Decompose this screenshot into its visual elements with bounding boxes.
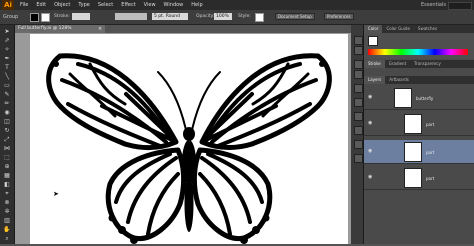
visibility-eye-icon[interactable]: ◉: [368, 120, 372, 126]
style-label: Style:: [238, 14, 251, 19]
layer-name: part: [426, 176, 435, 181]
visibility-eye-icon[interactable]: ◉: [368, 94, 372, 100]
workspace-switcher[interactable]: Essentials: [421, 0, 446, 10]
rectangle-tool-icon[interactable]: ▭: [3, 83, 11, 89]
eyedropper-tool-icon[interactable]: ⌖: [3, 191, 11, 197]
graphic-styles-panel-icon[interactable]: [354, 98, 363, 107]
direct-selection-tool-icon[interactable]: ⇗: [3, 38, 11, 44]
menu-select[interactable]: Select: [94, 0, 117, 10]
shape-builder-tool-icon[interactable]: ⊕: [3, 164, 11, 170]
zoom-tool-icon[interactable]: ⌕: [3, 236, 11, 242]
opacity-field[interactable]: 100%: [214, 13, 232, 20]
stroke-panel-tabs: Stroke Gradient Transparency: [364, 60, 474, 68]
stroke-label: Stroke:: [54, 14, 70, 19]
transform-panel-icon[interactable]: [354, 154, 363, 163]
mesh-tool-icon[interactable]: ▦: [3, 173, 11, 179]
layer-row[interactable]: ◉ butterfly: [364, 86, 474, 110]
menu-edit[interactable]: Edit: [32, 0, 50, 10]
layers-panel-tabs: Layers Artboards: [364, 76, 474, 84]
menu-list: File Edit Object Type Select Effect View…: [16, 0, 207, 10]
selection-label: Group: [3, 14, 19, 20]
close-tab-icon[interactable]: ×: [98, 25, 102, 33]
tab-swatches[interactable]: Swatches: [414, 25, 441, 33]
free-transform-tool-icon[interactable]: ⬚: [3, 155, 11, 161]
menu-effect[interactable]: Effect: [117, 0, 139, 10]
layer-name: part: [426, 122, 435, 127]
eraser-tool-icon[interactable]: ◫: [3, 119, 11, 125]
layer-thumbnail: [404, 168, 422, 188]
visibility-eye-icon[interactable]: ◉: [368, 148, 372, 154]
pen-tool-icon[interactable]: ✒: [3, 56, 11, 62]
layer-row-selected[interactable]: ◉ part: [364, 140, 474, 164]
tab-layers[interactable]: Layers: [364, 76, 386, 84]
preferences-button[interactable]: Preferences: [324, 13, 354, 20]
paintbrush-tool-icon[interactable]: ✎: [3, 92, 11, 98]
menu-window[interactable]: Window: [160, 0, 188, 10]
layer-name: part: [426, 150, 435, 155]
pathfinder-panel-icon[interactable]: [354, 140, 363, 149]
fill-swatch[interactable]: [30, 13, 39, 22]
tools-panel: ➤ ⇗ ✧ ✒ T ╲ ▭ ✎ ✏ ◉ ◫ ↻ ⤢ ⋈ ⬚ ⊕ ▦ ◧ ⌖ ⊗ …: [0, 25, 15, 244]
tab-stroke[interactable]: Stroke: [364, 60, 385, 68]
brushes-panel-icon[interactable]: [354, 70, 363, 79]
blend-tool-icon[interactable]: ⊗: [3, 200, 11, 206]
layer-thumbnail: [404, 114, 422, 134]
visibility-eye-icon[interactable]: ◉: [368, 174, 372, 180]
column-graph-tool-icon[interactable]: ▥: [3, 218, 11, 224]
width-tool-icon[interactable]: ⋈: [3, 146, 11, 152]
document-setup-button[interactable]: Document Setup: [275, 13, 315, 20]
tab-color[interactable]: Color: [364, 25, 383, 33]
pencil-tool-icon[interactable]: ✏: [3, 101, 11, 107]
layer-row[interactable]: ◉ part: [364, 166, 474, 190]
color-spectrum[interactable]: [368, 49, 468, 55]
symbols-panel-icon[interactable]: [354, 84, 363, 93]
brush-select[interactable]: 5 pt. Round: [152, 13, 188, 20]
color-panel: [364, 33, 474, 59]
search-input[interactable]: [448, 2, 472, 10]
layer-name: butterfly: [416, 96, 434, 101]
fill-color-swatch[interactable]: [368, 36, 378, 46]
menu-view[interactable]: View: [140, 0, 160, 10]
symbol-sprayer-tool-icon[interactable]: ✲: [3, 209, 11, 215]
app-logo: Ai: [2, 0, 14, 10]
gradient-tool-icon[interactable]: ◧: [3, 182, 11, 188]
tab-color-guide[interactable]: Color Guide: [382, 25, 413, 33]
tab-artboards[interactable]: Artboards: [385, 76, 413, 84]
tab-gradient[interactable]: Gradient: [385, 60, 410, 68]
blob-brush-tool-icon[interactable]: ◉: [3, 110, 11, 116]
menu-type[interactable]: Type: [74, 0, 93, 10]
opacity-label: Opacity:: [196, 14, 215, 19]
stroke-weight-field[interactable]: [72, 13, 90, 20]
magic-wand-tool-icon[interactable]: ✧: [3, 47, 11, 53]
artboard[interactable]: [30, 34, 348, 244]
butterfly-artwork[interactable]: [30, 34, 348, 244]
layer-thumbnail: [404, 142, 422, 162]
tab-transparency[interactable]: Transparency: [410, 60, 445, 68]
appearance-panel-icon[interactable]: [354, 112, 363, 121]
scale-tool-icon[interactable]: ⤢: [3, 137, 11, 143]
rotate-tool-icon[interactable]: ↻: [3, 128, 11, 134]
document-tab[interactable]: Full butterfly.ai @ 128% (CMYK/Preview): [15, 25, 105, 39]
style-swatch[interactable]: [255, 13, 264, 22]
arrow-cursor-icon: ➤: [53, 190, 59, 198]
hand-tool-icon[interactable]: ✋: [3, 227, 11, 233]
menu-object[interactable]: Object: [50, 0, 74, 10]
color-panel-tabs: Color Color Guide Swatches: [364, 25, 474, 33]
menu-file[interactable]: File: [16, 0, 32, 10]
menu-help[interactable]: Help: [187, 0, 206, 10]
layer-thumbnail: [394, 88, 412, 108]
swatches-panel-icon[interactable]: [354, 60, 363, 69]
layer-row[interactable]: ◉ part: [364, 112, 474, 136]
color-guide-panel-icon[interactable]: [354, 46, 363, 55]
align-panel-icon[interactable]: [354, 126, 363, 135]
type-tool-icon[interactable]: T: [3, 65, 11, 71]
selection-tool-icon[interactable]: ➤: [3, 29, 11, 35]
line-tool-icon[interactable]: ╲: [3, 74, 11, 80]
color-panel-icon[interactable]: [354, 36, 363, 45]
stroke-swatch[interactable]: [41, 13, 50, 22]
variable-width-select[interactable]: [115, 13, 147, 20]
